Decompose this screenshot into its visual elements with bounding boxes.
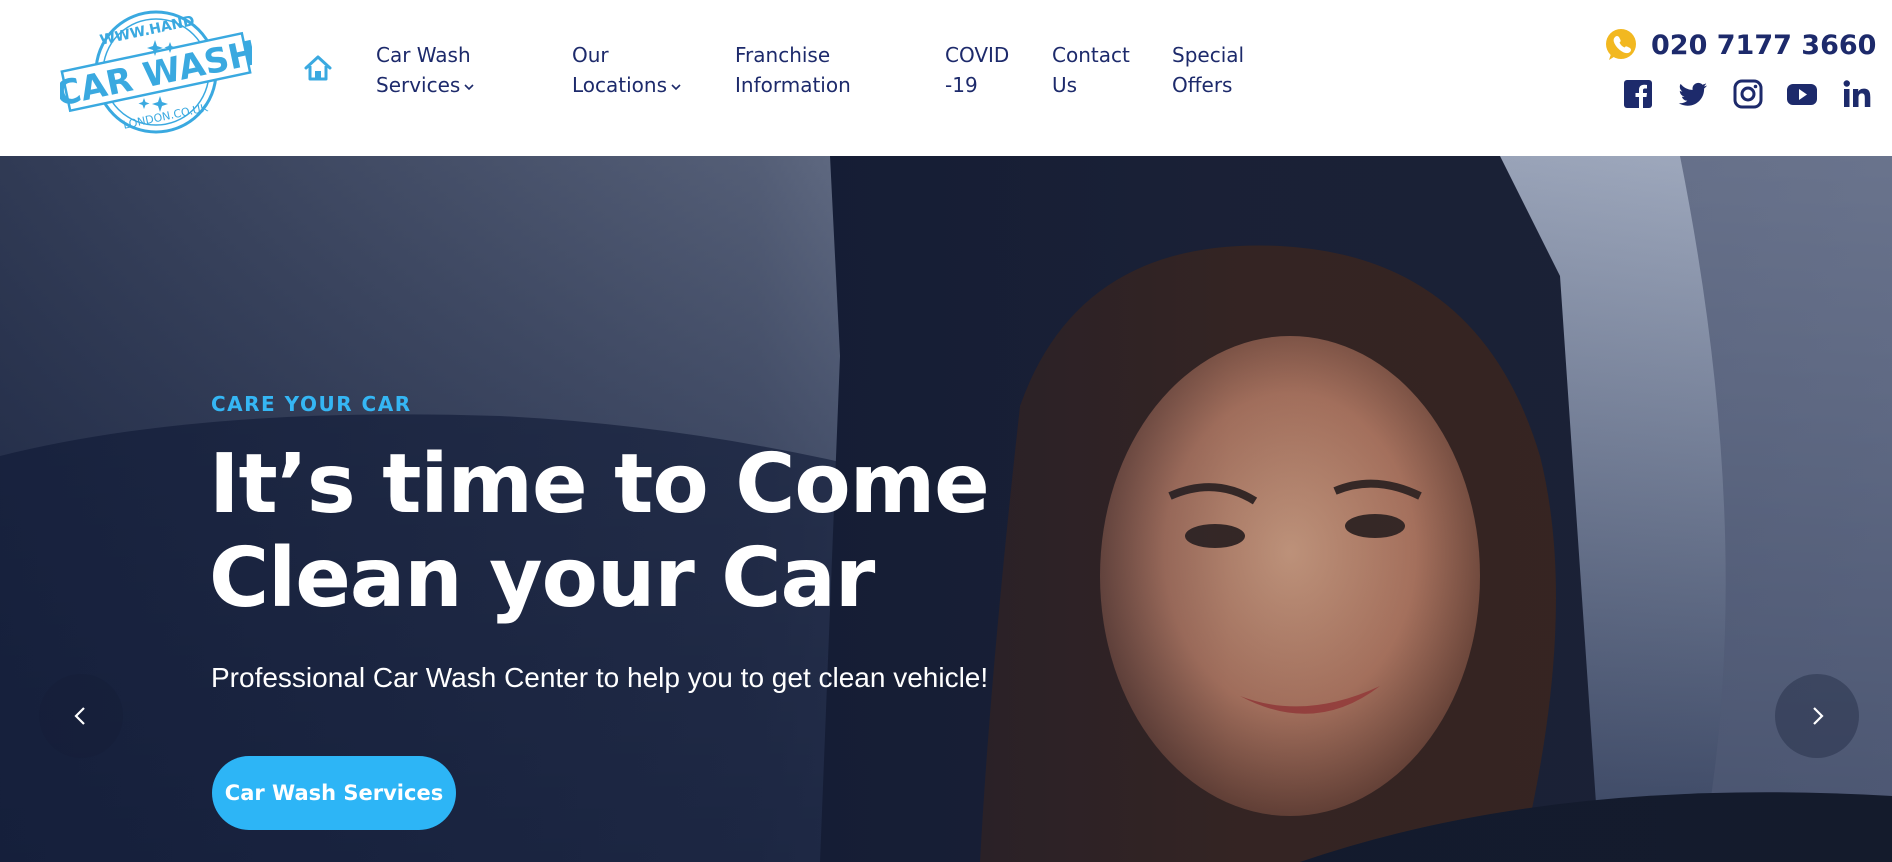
nav-label-line1: Contact <box>1052 43 1130 67</box>
hero-eyebrow: CARE YOUR CAR <box>211 392 412 416</box>
slider-prev-button[interactable] <box>39 674 123 758</box>
nav-item-car-wash-services[interactable]: Car Wash Services <box>376 40 475 100</box>
nav-label-line2: Services <box>376 73 461 97</box>
nav-label-line2: Offers <box>1172 73 1233 97</box>
facebook-link[interactable] <box>1622 78 1654 110</box>
chevron-right-icon <box>1813 707 1824 725</box>
car-wash-logo-icon: CAR WASH WWW.HAND LONDON.CO.UK <box>52 10 261 134</box>
nav-label-line2: Locations <box>572 73 668 97</box>
hero-subline: Professional Car Wash Center to help you… <box>211 662 989 693</box>
hero-headline-line1: It’s time to Come <box>209 437 990 532</box>
nav-item-contact-us[interactable]: Contact Us <box>1052 40 1130 100</box>
car-wash-services-button[interactable]: Car Wash Services <box>212 756 456 830</box>
svg-text:LONDON.CO.UK: LONDON.CO.UK <box>122 101 210 132</box>
linkedin-icon <box>1843 80 1871 107</box>
home-link[interactable] <box>302 52 334 84</box>
nav-label-line1: COVID <box>945 43 1010 67</box>
nav-label-line1: Our <box>572 43 609 67</box>
chevron-left-icon <box>74 707 85 725</box>
twitter-link[interactable] <box>1677 78 1709 110</box>
nav-item-covid-19[interactable]: COVID -19 <box>945 40 1009 100</box>
hero-slider: CARE YOUR CAR It’s time to Come Clean yo… <box>0 156 1892 862</box>
nav-label-line2: Us <box>1052 73 1078 97</box>
nav-item-franchise-information[interactable]: Franchise Information <box>735 40 851 100</box>
instagram-link[interactable] <box>1732 78 1764 110</box>
phone-number: 020 7177 3660 <box>1651 29 1877 61</box>
instagram-icon <box>1733 79 1763 109</box>
hero-headline: It’s time to Come Clean your Car <box>209 438 1209 626</box>
site-logo[interactable]: CAR WASH WWW.HAND LONDON.CO.UK <box>52 6 261 136</box>
nav-label-line1: Car Wash <box>376 43 471 67</box>
facebook-icon <box>1624 80 1652 108</box>
slider-next-button[interactable] <box>1775 674 1859 758</box>
phone-link[interactable]: 020 7177 3660 <box>1603 27 1876 63</box>
chevron-down-icon <box>463 81 475 93</box>
youtube-link[interactable] <box>1786 78 1818 110</box>
nav-label-line1: Franchise <box>735 43 831 67</box>
whatsapp-icon <box>1603 27 1639 63</box>
nav-item-our-locations[interactable]: Our Locations <box>572 40 682 100</box>
nav-label-line2: -19 <box>945 73 978 97</box>
site-header: CAR WASH WWW.HAND LONDON.CO.UK Car Wash … <box>0 0 1892 156</box>
hero-headline-line2: Clean your Car <box>209 531 875 626</box>
nav-label-line1: Special <box>1172 43 1245 67</box>
svg-text:WWW.HAND: WWW.HAND <box>98 13 196 49</box>
linkedin-link[interactable] <box>1841 78 1873 110</box>
twitter-icon <box>1678 82 1707 106</box>
chevron-down-icon <box>670 81 682 93</box>
home-icon <box>304 55 332 81</box>
nav-label-line2: Information <box>735 73 851 97</box>
nav-item-special-offers[interactable]: Special Offers <box>1172 40 1244 100</box>
youtube-icon <box>1787 84 1817 105</box>
